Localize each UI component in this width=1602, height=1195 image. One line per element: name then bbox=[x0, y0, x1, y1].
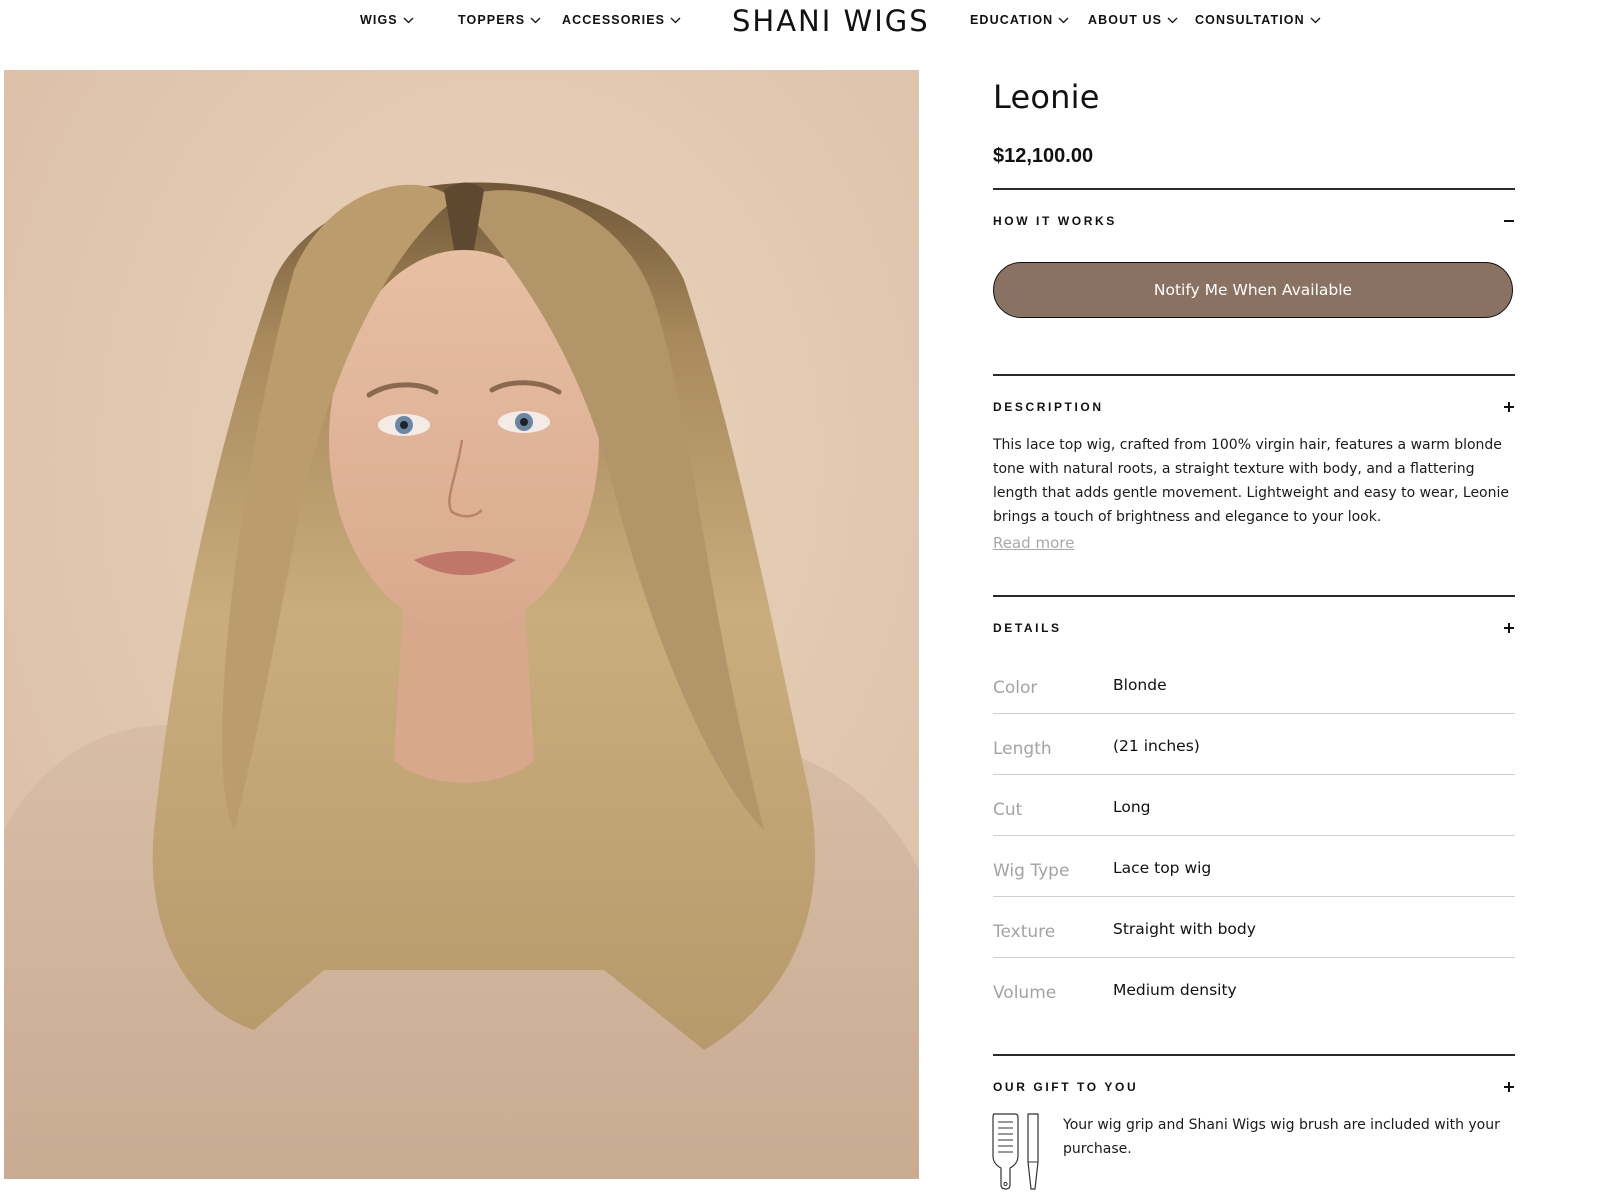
main-navigation: WIGS TOPPERS ACCESSORIES SHANI WIGS EDUC… bbox=[0, 0, 1602, 44]
detail-row-cut: Cut Long bbox=[993, 786, 1515, 846]
row-divider bbox=[993, 957, 1515, 958]
gift-accordion-header[interactable]: OUR GIFT TO YOU bbox=[993, 1077, 1515, 1097]
section-title: OUR GIFT TO YOU bbox=[993, 1080, 1139, 1094]
row-divider bbox=[993, 774, 1515, 775]
product-price: $12,100.00 bbox=[993, 145, 1094, 167]
detail-key: Cut bbox=[993, 800, 1023, 820]
how-it-works-accordion-header[interactable]: HOW IT WORKS bbox=[993, 211, 1515, 231]
section-divider bbox=[993, 1054, 1515, 1056]
wig-comb-icon bbox=[1027, 1113, 1039, 1190]
detail-value: Straight with body bbox=[1113, 920, 1256, 938]
chevron-down-icon bbox=[1058, 17, 1069, 23]
chevron-down-icon bbox=[1167, 17, 1178, 23]
detail-value: Medium density bbox=[1113, 981, 1237, 999]
detail-value: Long bbox=[1113, 798, 1151, 816]
row-divider bbox=[993, 896, 1515, 897]
nav-label: CONSULTATION bbox=[1195, 13, 1305, 27]
details-accordion-header[interactable]: DETAILS bbox=[993, 618, 1515, 638]
chevron-down-icon bbox=[1310, 17, 1321, 23]
read-more-link[interactable]: Read more bbox=[993, 534, 1074, 552]
minus-icon bbox=[1504, 220, 1514, 222]
wig-brush-icon bbox=[992, 1113, 1019, 1190]
plus-icon bbox=[1504, 1082, 1514, 1092]
description-accordion-header[interactable]: DESCRIPTION bbox=[993, 397, 1515, 417]
detail-key: Wig Type bbox=[993, 861, 1070, 881]
site-logo[interactable]: SHANI WIGS bbox=[732, 4, 928, 38]
nav-item-accessories[interactable]: ACCESSORIES bbox=[562, 13, 681, 27]
row-divider bbox=[993, 835, 1515, 836]
product-description: This lace top wig, crafted from 100% vir… bbox=[993, 437, 1509, 525]
product-image[interactable] bbox=[4, 70, 919, 1179]
section-divider bbox=[993, 188, 1515, 190]
nav-item-toppers[interactable]: TOPPERS bbox=[458, 13, 541, 27]
nav-item-education[interactable]: EDUCATION bbox=[970, 13, 1069, 27]
detail-key: Color bbox=[993, 678, 1038, 698]
plus-icon bbox=[1504, 623, 1514, 633]
detail-row-color: Color Blonde bbox=[993, 664, 1515, 724]
nav-label: WIGS bbox=[360, 13, 398, 27]
detail-row-wig-type: Wig Type Lace top wig bbox=[993, 847, 1515, 907]
model-portrait-illustration bbox=[4, 70, 919, 1179]
section-title: DESCRIPTION bbox=[993, 400, 1104, 414]
detail-row-volume: Volume Medium density bbox=[993, 969, 1515, 1029]
gift-description: Your wig grip and Shani Wigs wig brush a… bbox=[1063, 1117, 1500, 1157]
nav-item-about-us[interactable]: ABOUT US bbox=[1088, 13, 1178, 27]
product-title: Leonie bbox=[993, 78, 1100, 116]
detail-value: Blonde bbox=[1113, 676, 1167, 694]
notify-me-button[interactable]: Notify Me When Available bbox=[993, 262, 1513, 318]
detail-row-length: Length (21 inches) bbox=[993, 725, 1515, 785]
nav-label: EDUCATION bbox=[970, 13, 1054, 27]
chevron-down-icon bbox=[670, 17, 681, 23]
row-divider bbox=[993, 713, 1515, 714]
nav-item-consultation[interactable]: CONSULTATION bbox=[1195, 13, 1321, 27]
gift-icons bbox=[990, 1112, 1052, 1195]
chevron-down-icon bbox=[530, 17, 541, 23]
nav-label: ACCESSORIES bbox=[562, 13, 666, 27]
nav-label: ABOUT US bbox=[1088, 13, 1163, 27]
section-divider bbox=[993, 374, 1515, 376]
detail-key: Volume bbox=[993, 983, 1057, 1003]
plus-icon bbox=[1504, 402, 1514, 412]
nav-label: TOPPERS bbox=[458, 13, 526, 27]
section-divider bbox=[993, 595, 1515, 597]
section-title: HOW IT WORKS bbox=[993, 214, 1117, 228]
nav-item-wigs[interactable]: WIGS bbox=[360, 13, 414, 27]
section-title: DETAILS bbox=[993, 621, 1062, 635]
detail-key: Texture bbox=[993, 922, 1056, 942]
chevron-down-icon bbox=[403, 17, 414, 23]
detail-value: Lace top wig bbox=[1113, 859, 1212, 877]
detail-row-texture: Texture Straight with body bbox=[993, 908, 1515, 968]
detail-value: (21 inches) bbox=[1113, 737, 1200, 755]
detail-key: Length bbox=[993, 739, 1052, 759]
